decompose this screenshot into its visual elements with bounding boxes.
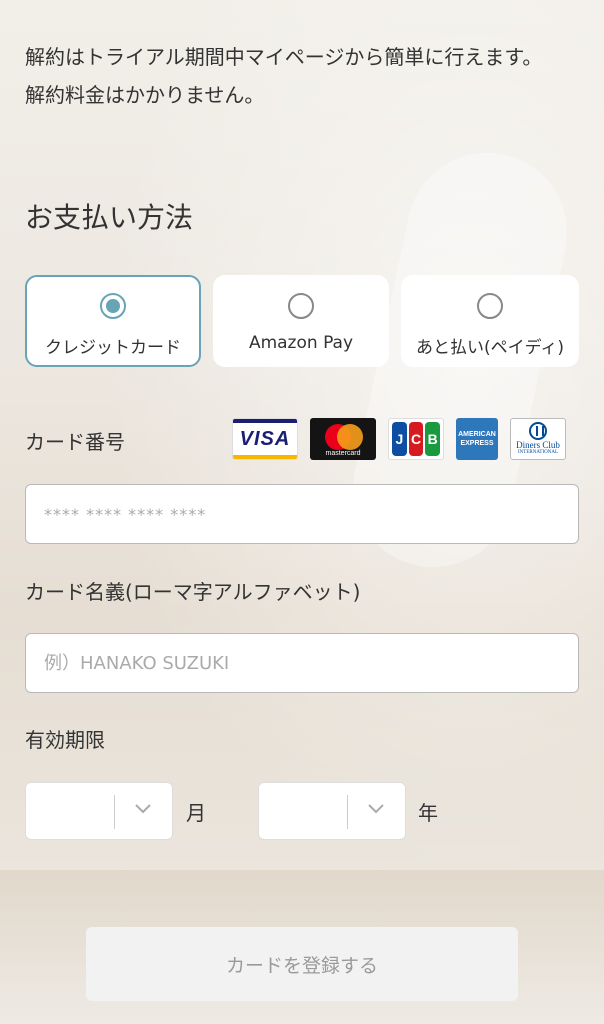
visa-logo-text: VISA (239, 427, 291, 450)
diners-club-logo-icon: Diners Club INTERNATIONAL (510, 418, 566, 460)
cancellation-notice: 解約はトライアル期間中マイページから簡単に行えます。 解約料金はかかりません。 (25, 38, 575, 114)
payment-option-amazon-pay[interactable]: Amazon Pay (213, 275, 389, 367)
mastercard-logo-icon: mastercard (310, 418, 376, 460)
payment-option-label: クレジットカード (45, 338, 181, 358)
notice-line-2: 解約料金はかかりません。 (25, 83, 265, 107)
radio-unselected-icon[interactable] (288, 293, 314, 319)
payment-option-paidy[interactable]: あと払い(ペイディ) (401, 275, 579, 367)
expiry-year-select[interactable] (258, 782, 406, 840)
month-unit-label: 月 (186, 801, 206, 825)
visa-logo-icon: VISA (232, 418, 298, 460)
register-card-button[interactable]: カードを登録する (86, 927, 518, 1001)
payment-option-label: Amazon Pay (248, 333, 354, 353)
card-brand-logos: VISA mastercard J C B AMERICAN EXPRESS D… (232, 418, 566, 460)
chevron-down-icon (135, 804, 151, 814)
expiry-label: 有効期限 (25, 728, 105, 752)
payment-option-credit-card[interactable]: クレジットカード (25, 275, 201, 367)
payment-option-label: あと払い(ペイディ) (415, 338, 565, 358)
amex-logo-icon: AMERICAN EXPRESS (456, 418, 498, 460)
card-name-label: カード名義(ローマ字アルファベット) (25, 580, 361, 604)
radio-unselected-icon[interactable] (477, 293, 503, 319)
card-number-input[interactable] (25, 484, 579, 544)
payment-method-title: お支払い方法 (25, 201, 194, 234)
card-name-input[interactable] (25, 633, 579, 693)
card-number-label: カード番号 (25, 430, 125, 454)
expiry-month-select[interactable] (25, 782, 173, 840)
amex-logo-text: AMERICAN EXPRESS (458, 431, 496, 447)
year-unit-label: 年 (418, 801, 438, 825)
chevron-down-icon (368, 804, 384, 814)
radio-selected-icon[interactable] (100, 293, 126, 319)
payment-form: 解約はトライアル期間中マイページから簡単に行えます。 解約料金はかかりません。 … (0, 0, 604, 1024)
mastercard-logo-text: mastercard (325, 449, 361, 457)
notice-line-1: 解約はトライアル期間中マイページから簡単に行えます。 (25, 45, 543, 69)
jcb-logo-icon: J C B (388, 418, 444, 460)
